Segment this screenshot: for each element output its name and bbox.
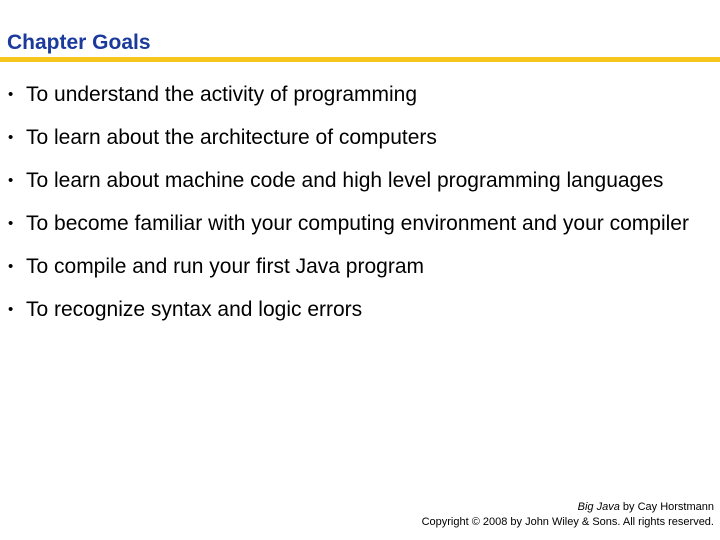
goal-text: To understand the activity of programmin… xyxy=(26,83,418,106)
book-credit: Big Java by Cay Horstmann xyxy=(422,500,714,515)
goal-text: To become familiar with your computing e… xyxy=(26,212,689,235)
goal-item: • To recognize syntax and logic errors xyxy=(0,295,706,324)
bullet-icon: • xyxy=(8,86,14,103)
goal-text: To learn about the architecture of compu… xyxy=(26,126,437,149)
goal-item: • To learn about the architecture of com… xyxy=(0,123,706,152)
bullet-icon: • xyxy=(8,301,14,318)
goal-text: To compile and run your first Java progr… xyxy=(26,255,425,278)
goal-text: To recognize syntax and logic errors xyxy=(26,298,363,321)
goals-list: • To understand the activity of programm… xyxy=(0,80,720,338)
book-author: by Cay Horstmann xyxy=(619,501,714,513)
slide-title: Chapter Goals xyxy=(7,31,151,54)
bullet-icon: • xyxy=(8,215,14,232)
goal-item: • To compile and run your first Java pro… xyxy=(0,252,706,281)
title-divider xyxy=(0,57,720,62)
goal-item: • To learn about machine code and high l… xyxy=(0,166,706,195)
copyright-notice: Copyright © 2008 by John Wiley & Sons. A… xyxy=(421,516,714,528)
slide-footer: Big Java by Cay Horstmann Copyright © 20… xyxy=(422,500,714,530)
goal-item: • To become familiar with your computing… xyxy=(0,209,706,238)
goal-text: To learn about machine code and high lev… xyxy=(26,169,664,192)
goal-item: • To understand the activity of programm… xyxy=(0,80,706,109)
bullet-icon: • xyxy=(8,129,14,146)
bullet-icon: • xyxy=(8,258,14,275)
bullet-icon: • xyxy=(8,172,14,189)
book-title: Big Java xyxy=(577,501,620,513)
